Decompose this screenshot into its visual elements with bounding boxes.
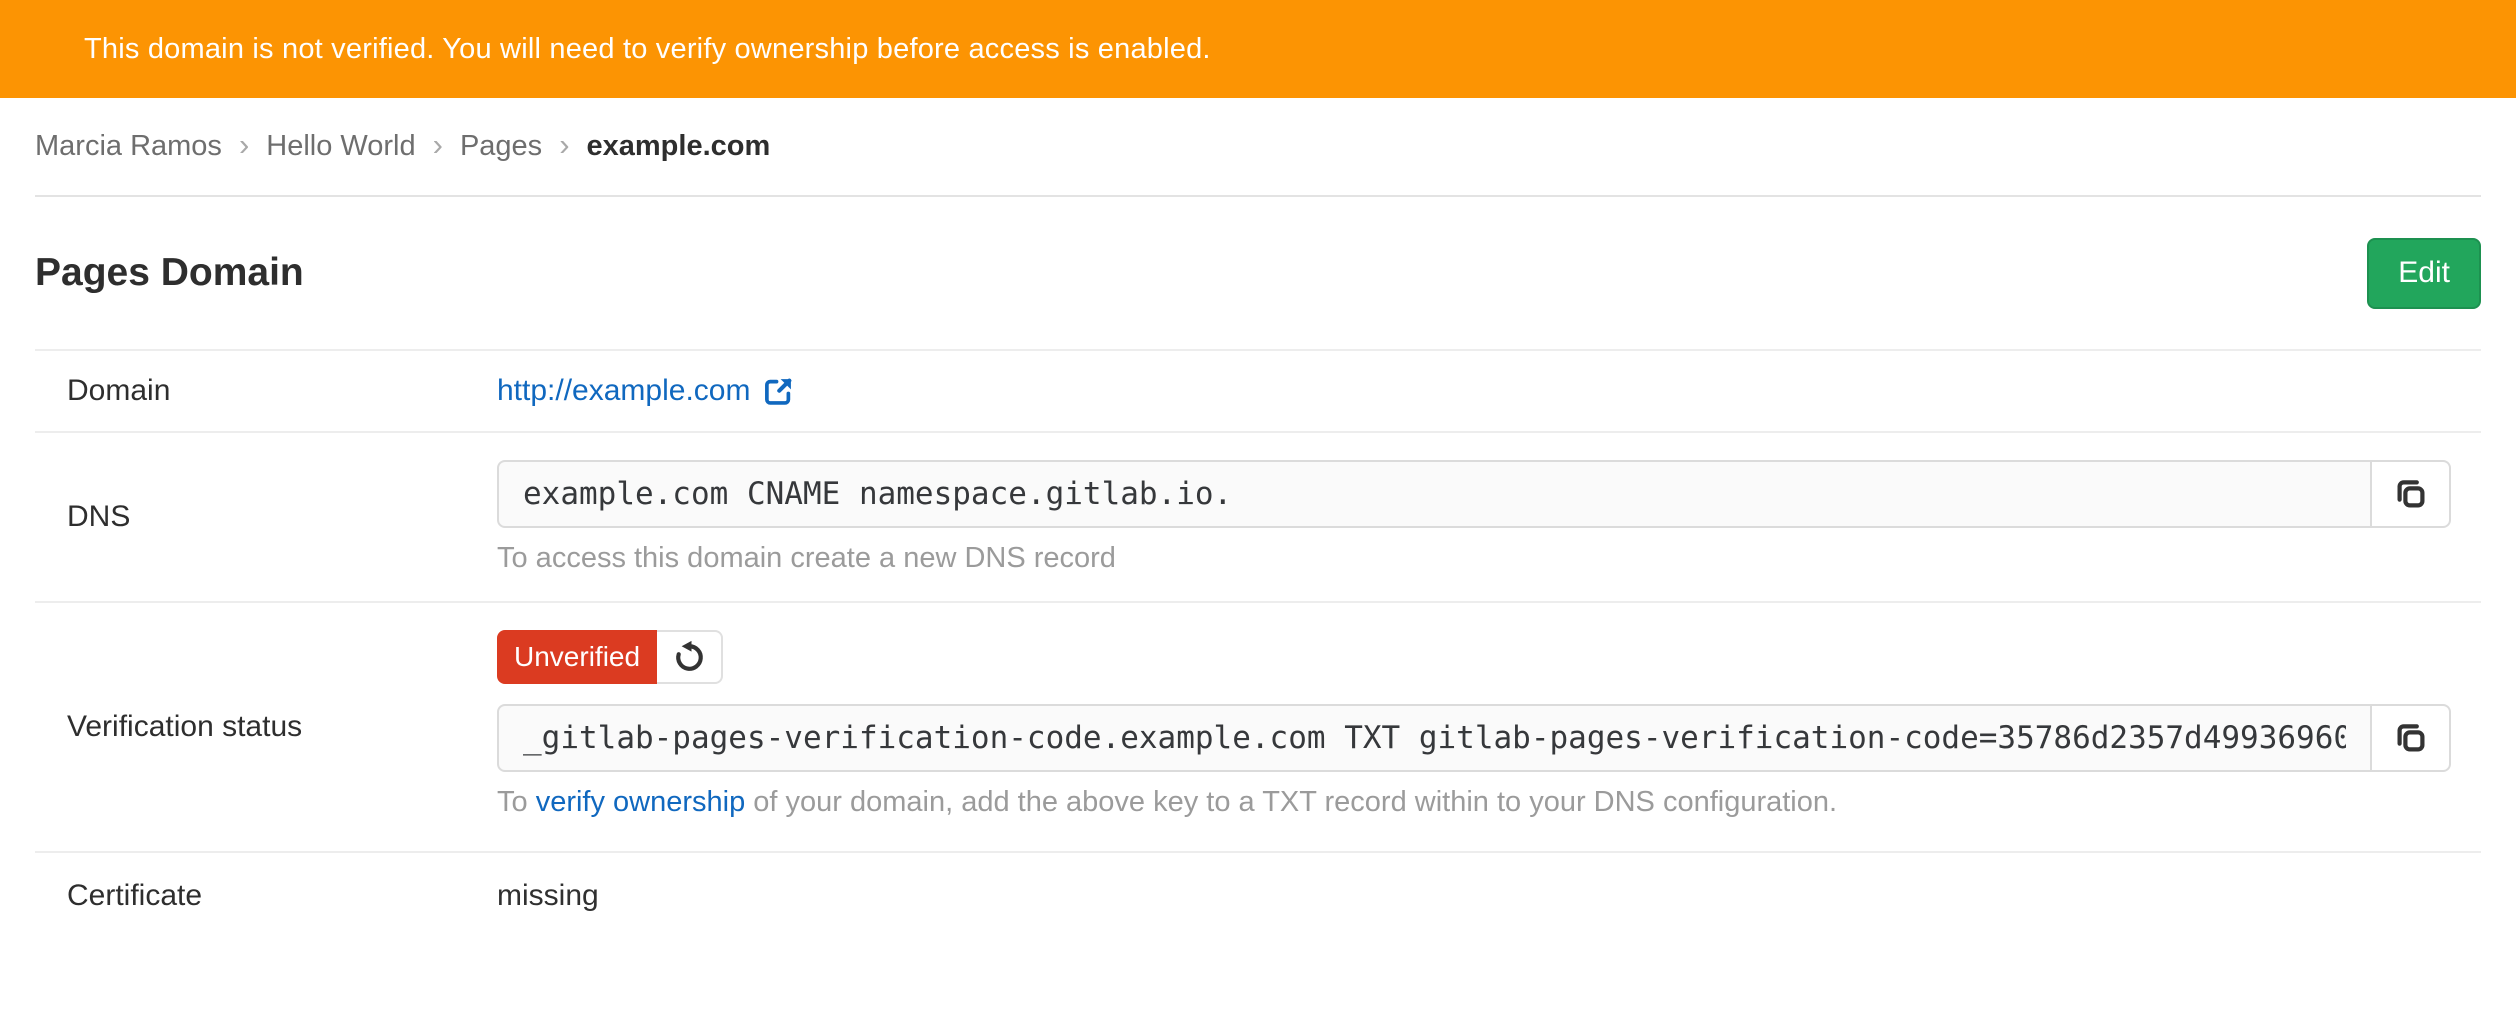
external-link-icon <box>763 376 794 407</box>
breadcrumb-item-user[interactable]: Marcia Ramos <box>35 130 222 163</box>
warning-banner: This domain is not verified. You will ne… <box>0 0 2516 98</box>
dns-record-input[interactable] <box>497 460 2371 528</box>
verify-ownership-link[interactable]: verify ownership <box>536 786 746 818</box>
table-row-domain: Domain http://example.com <box>35 351 2481 433</box>
breadcrumb-current-domain: example.com <box>587 130 771 163</box>
domain-details-table: Domain http://example.com DNS <box>35 349 2481 939</box>
retry-icon <box>671 639 708 676</box>
dns-help-text: To access this domain create a new DNS r… <box>497 542 2451 575</box>
verification-badge-group: Unverified <box>497 630 723 684</box>
unverified-status-badge: Unverified <box>497 630 657 684</box>
verification-copy-button[interactable] <box>2371 704 2451 772</box>
breadcrumb-item-pages[interactable]: Pages <box>460 130 542 163</box>
table-row-certificate: Certificate missing <box>35 853 2481 939</box>
copy-icon <box>2395 478 2427 510</box>
page-title: Pages Domain <box>35 251 304 295</box>
dns-input-group <box>497 460 2451 528</box>
warning-banner-message: This domain is not verified. You will ne… <box>84 33 1211 66</box>
chevron-right-icon: › <box>559 127 569 163</box>
verification-row-label: Verification status <box>35 603 497 851</box>
domain-row-label: Domain <box>35 351 497 431</box>
certificate-row-label: Certificate <box>35 853 497 939</box>
breadcrumb: Marcia Ramos › Hello World › Pages › exa… <box>35 98 2481 197</box>
verification-input-group <box>497 704 2451 772</box>
chevron-right-icon: › <box>433 127 443 163</box>
copy-icon <box>2395 722 2427 754</box>
certificate-value: missing <box>497 853 2481 939</box>
verification-help-text: To verify ownership of your domain, add … <box>497 786 2451 819</box>
page-header: Pages Domain Edit <box>35 197 2481 349</box>
table-row-dns: DNS To access this domain create a new D… <box>35 433 2481 603</box>
verification-code-input[interactable] <box>497 704 2371 772</box>
domain-link-text: http://example.com <box>497 374 750 408</box>
dns-copy-button[interactable] <box>2371 460 2451 528</box>
domain-link[interactable]: http://example.com <box>497 374 794 408</box>
table-row-verification: Verification status Unverified <box>35 603 2481 853</box>
retry-verification-button[interactable] <box>657 630 723 684</box>
breadcrumb-item-project[interactable]: Hello World <box>266 130 415 163</box>
dns-row-label: DNS <box>35 433 497 601</box>
edit-button[interactable]: Edit <box>2367 238 2481 309</box>
chevron-right-icon: › <box>239 127 249 163</box>
